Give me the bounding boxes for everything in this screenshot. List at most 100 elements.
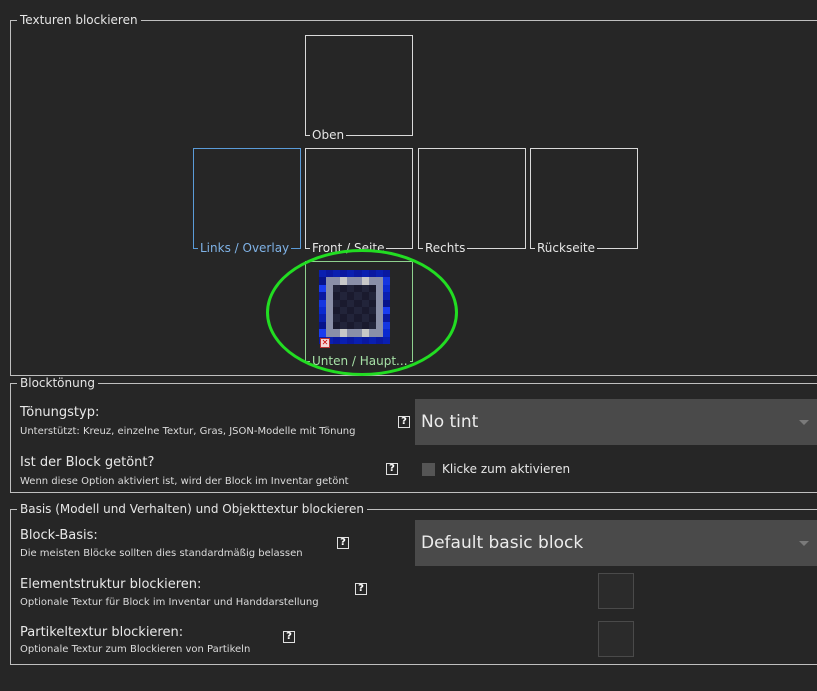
texture-pixel bbox=[361, 314, 369, 322]
texture-pixel bbox=[382, 307, 390, 315]
texture-pixel bbox=[375, 321, 383, 330]
texture-pixel bbox=[361, 321, 369, 330]
block-base-value: Default basic block bbox=[421, 533, 584, 553]
texture-pixel bbox=[319, 299, 327, 307]
help-icon[interactable]: ? bbox=[355, 583, 367, 595]
texture-pixel bbox=[326, 314, 334, 322]
texture-pixel bbox=[340, 329, 348, 337]
texture-pixel bbox=[340, 307, 348, 315]
texture-pixel bbox=[375, 329, 383, 337]
texture-pixel bbox=[340, 277, 348, 285]
texture-pixel bbox=[354, 307, 362, 315]
texture-pixel bbox=[382, 284, 390, 293]
texture-pixel bbox=[347, 336, 355, 344]
texture-pixel bbox=[354, 314, 362, 322]
texture-slot-left-overlay[interactable]: Links / Overlay bbox=[193, 148, 301, 255]
texture-pixel bbox=[368, 284, 376, 293]
texture-slot-back[interactable]: Rückseite bbox=[530, 148, 638, 255]
texture-pixel bbox=[347, 277, 355, 285]
texture-pixel bbox=[375, 299, 383, 307]
texture-pixel bbox=[333, 329, 341, 337]
texture-pixel bbox=[347, 307, 355, 315]
tint-type-title: Tönungstyp: bbox=[20, 405, 100, 420]
texture-pixel bbox=[354, 270, 362, 278]
texture-pixel bbox=[368, 307, 376, 315]
help-icon[interactable]: ? bbox=[386, 463, 398, 475]
texture-pixel bbox=[368, 277, 376, 285]
texture-pixel bbox=[333, 299, 341, 307]
texture-pixel bbox=[354, 277, 362, 285]
texture-pixel bbox=[333, 314, 341, 322]
texture-pixel bbox=[375, 307, 383, 315]
texture-pixel bbox=[326, 292, 334, 300]
texture-pixel bbox=[340, 314, 348, 322]
tinted-subtitle: Wenn diese Option aktiviert ist, wird de… bbox=[20, 476, 349, 487]
help-icon[interactable]: ? bbox=[398, 416, 410, 428]
help-icon[interactable]: ? bbox=[337, 537, 349, 549]
texture-pixel bbox=[368, 329, 376, 337]
texture-pixel bbox=[361, 299, 369, 307]
texture-pixel bbox=[340, 336, 348, 344]
block-texture-preview bbox=[319, 270, 390, 344]
texture-pixel bbox=[382, 277, 390, 285]
block-base-dropdown[interactable]: Default basic block bbox=[415, 520, 817, 566]
texture-pixel bbox=[326, 299, 334, 307]
texture-pixel bbox=[354, 336, 362, 344]
base-section-label: Basis (Modell und Verhalten) und Objektt… bbox=[17, 502, 367, 516]
texture-pixel bbox=[368, 336, 376, 344]
texture-pixel bbox=[382, 321, 390, 330]
texture-pixel bbox=[382, 299, 390, 307]
texture-pixel bbox=[382, 314, 390, 322]
texture-slot-top[interactable]: Oben bbox=[305, 35, 413, 142]
texture-pixel bbox=[326, 284, 334, 293]
texture-pixel bbox=[347, 321, 355, 330]
tint-section-label: Blocktönung bbox=[17, 376, 98, 390]
texture-pixel bbox=[319, 277, 327, 285]
texture-pixel bbox=[375, 314, 383, 322]
texture-pixel bbox=[326, 277, 334, 285]
texture-pixel bbox=[333, 336, 341, 344]
tinted-checkbox-label: Klicke zum aktivieren bbox=[442, 462, 571, 476]
texture-slot-label: Unten / Haupt... bbox=[310, 354, 410, 368]
texture-pixel bbox=[382, 292, 390, 300]
texture-pixel bbox=[333, 321, 341, 330]
help-icon[interactable]: ? bbox=[283, 631, 295, 643]
texture-slot-right[interactable]: Rechts bbox=[418, 148, 526, 255]
texture-pixel bbox=[368, 299, 376, 307]
texture-pixel bbox=[326, 321, 334, 330]
texture-pixel bbox=[319, 270, 327, 278]
block-base-subtitle: Die meisten Blöcke sollten dies standard… bbox=[20, 548, 303, 559]
texture-slot-front-side[interactable]: Front / Seite bbox=[305, 148, 413, 255]
texture-pixel bbox=[382, 329, 390, 337]
texture-pixel bbox=[347, 314, 355, 322]
texture-pixel bbox=[319, 314, 327, 322]
texture-pixel bbox=[361, 270, 369, 278]
item-texture-title: Elementstruktur blockieren: bbox=[20, 577, 202, 592]
texture-pixel bbox=[347, 299, 355, 307]
remove-texture-icon[interactable]: ✕ bbox=[320, 338, 330, 348]
texture-pixel bbox=[368, 292, 376, 300]
item-texture-subtitle: Optionale Textur für Block im Inventar u… bbox=[20, 597, 319, 608]
particle-texture-slot[interactable] bbox=[598, 621, 634, 657]
texture-pixel bbox=[354, 292, 362, 300]
texture-pixel bbox=[347, 284, 355, 293]
tint-type-value: No tint bbox=[421, 412, 479, 432]
texture-slot-bottom-main[interactable]: ✕ Unten / Haupt... bbox=[305, 261, 413, 368]
texture-pixel bbox=[340, 292, 348, 300]
texture-pixel bbox=[375, 277, 383, 285]
texture-pixel bbox=[333, 284, 341, 293]
item-texture-slot[interactable] bbox=[598, 573, 634, 609]
tint-type-dropdown[interactable]: No tint bbox=[415, 399, 817, 445]
texture-pixel bbox=[361, 284, 369, 293]
texture-pixel bbox=[333, 270, 341, 278]
texture-pixel bbox=[375, 270, 383, 278]
chevron-down-icon bbox=[799, 420, 809, 425]
tinted-checkbox[interactable] bbox=[422, 463, 435, 476]
texture-pixel bbox=[319, 321, 327, 330]
texture-pixel bbox=[375, 336, 383, 344]
texture-pixel bbox=[354, 284, 362, 293]
texture-pixel bbox=[354, 299, 362, 307]
texture-pixel bbox=[319, 284, 327, 293]
texture-pixel bbox=[319, 329, 327, 337]
block-base-title: Block-Basis: bbox=[20, 528, 98, 543]
